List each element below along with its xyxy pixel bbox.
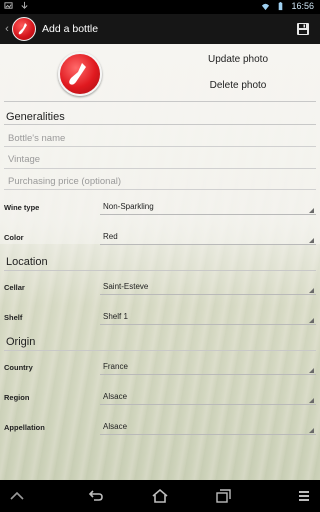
cellar-select[interactable]: Saint-Esteve — [103, 282, 148, 291]
shelf-label: Shelf — [4, 313, 23, 322]
select-underline — [100, 214, 316, 215]
generalities-heading: Generalities — [6, 111, 65, 123]
delete-photo-button[interactable]: Delete photo — [190, 80, 286, 91]
nav-home-icon[interactable] — [151, 488, 169, 504]
dropdown-arrow-icon[interactable] — [309, 208, 314, 213]
action-bar: ‹ Add a bottle — [0, 14, 320, 44]
shelf-select[interactable]: Shelf 1 — [103, 312, 128, 321]
image-notification-icon — [4, 2, 13, 9]
origin-heading: Origin — [6, 336, 36, 348]
wifi-icon — [262, 3, 270, 10]
country-label: Country — [4, 363, 33, 372]
dropdown-arrow-icon[interactable] — [309, 238, 314, 243]
navigation-bar — [0, 480, 320, 512]
location-heading: Location — [6, 256, 48, 268]
nav-back-icon[interactable] — [87, 488, 105, 504]
status-bar: 16:56 — [0, 0, 320, 14]
add-bottle-form: Update photo Delete photo Generalities B… — [0, 44, 320, 480]
battery-icon — [279, 1, 283, 10]
download-notification-icon — [20, 1, 28, 9]
page-title: Add a bottle — [42, 23, 99, 35]
notification-icons — [4, 1, 29, 12]
region-select[interactable]: Alsace — [103, 392, 127, 401]
photo-section: Update photo Delete photo — [0, 44, 320, 106]
clock: 16:56 — [291, 1, 314, 11]
appellation-select[interactable]: Alsace — [103, 422, 127, 431]
wine-type-select[interactable]: Non-Sparkling — [103, 202, 154, 211]
select-underline — [100, 434, 316, 435]
section-divider — [4, 101, 316, 102]
dropdown-arrow-icon[interactable] — [309, 368, 314, 373]
section-divider — [4, 270, 316, 271]
appellation-label: Appellation — [4, 423, 45, 432]
save-icon[interactable] — [296, 22, 310, 36]
color-select[interactable]: Red — [103, 232, 118, 241]
input-underline — [4, 189, 316, 190]
dropdown-arrow-icon[interactable] — [309, 288, 314, 293]
region-label: Region — [4, 393, 30, 402]
update-photo-button[interactable]: Update photo — [190, 54, 286, 65]
select-underline — [100, 244, 316, 245]
dropdown-arrow-icon[interactable] — [309, 428, 314, 433]
section-divider — [4, 350, 316, 351]
purchasing-price-input[interactable]: Purchasing price (optional) — [8, 176, 316, 187]
back-icon[interactable]: ‹ — [2, 23, 12, 35]
vintage-input[interactable]: Vintage — [8, 154, 316, 165]
select-underline — [100, 324, 316, 325]
bottle-photo[interactable] — [58, 52, 102, 96]
country-select[interactable]: France — [103, 362, 128, 371]
app-logo-icon[interactable] — [12, 17, 36, 41]
wine-type-label: Wine type — [4, 203, 40, 212]
bottle-name-input[interactable]: Bottle's name — [8, 133, 316, 144]
cellar-label: Cellar — [4, 283, 25, 292]
select-underline — [100, 294, 316, 295]
nav-menu-icon[interactable] — [295, 488, 313, 504]
section-divider — [4, 124, 316, 125]
select-underline — [100, 374, 316, 375]
dropdown-arrow-icon[interactable] — [309, 398, 314, 403]
nav-collapse-icon[interactable] — [8, 488, 26, 504]
nav-recents-icon[interactable] — [214, 488, 232, 504]
dropdown-arrow-icon[interactable] — [309, 318, 314, 323]
select-underline — [100, 404, 316, 405]
input-underline — [4, 168, 316, 169]
color-label: Color — [4, 233, 24, 242]
input-underline — [4, 146, 316, 147]
